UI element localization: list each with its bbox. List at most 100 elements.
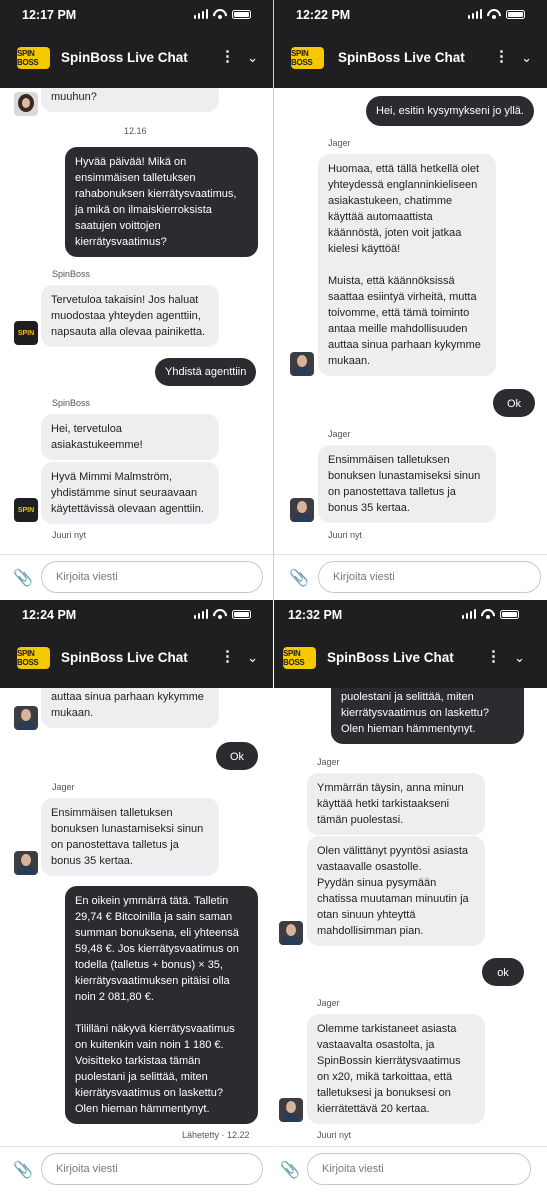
- composer: 📎 Kirjoita viesti: [0, 554, 273, 600]
- message-bubble: Olen välittänyt pyyntösi asiasta vastaav…: [307, 836, 485, 946]
- composer: 📎 Kirjoita viesti: [274, 554, 547, 600]
- attach-icon[interactable]: 📎: [280, 1160, 300, 1180]
- spinboss-logo: SPIN BOSS: [17, 47, 50, 69]
- message-bubble: ok: [482, 958, 524, 986]
- wifi-icon: [481, 609, 495, 619]
- chat-screen-2: 12:22 PM SPIN BOSS SpinBoss Live Chat ⋮ …: [274, 0, 547, 600]
- chat-title: SpinBoss Live Chat: [61, 650, 188, 665]
- message-bubble: Hyvää päivää! Mikä on ensimmäisen tallet…: [65, 147, 258, 257]
- timestamp: Juuri nyt: [52, 530, 87, 540]
- message-bubble: muuhun?: [41, 88, 219, 112]
- spinboss-logo: SPIN BOSS: [283, 647, 316, 669]
- battery-icon: [232, 10, 251, 19]
- message-list[interactable]: muuhun? 12.16 Hyvää päivää! Mikä on ensi…: [0, 88, 273, 554]
- sender-name: Jager: [328, 138, 351, 148]
- agent-avatar: [290, 352, 314, 376]
- message-input[interactable]: Kirjoita viesti: [307, 1153, 531, 1185]
- chevron-down-icon[interactable]: ⌄: [247, 50, 258, 66]
- wifi-icon: [213, 609, 227, 619]
- spinboss-logo: SPIN BOSS: [17, 647, 50, 669]
- message-bubble: Ok: [493, 389, 535, 417]
- status-icons: [467, 9, 525, 19]
- chat-title: SpinBoss Live Chat: [327, 650, 454, 665]
- connect-agent-button[interactable]: Yhdistä agenttiin: [155, 358, 257, 386]
- sender-name: Jager: [52, 782, 75, 792]
- more-options-icon[interactable]: ⋮: [486, 649, 501, 664]
- agent-avatar: [279, 1098, 303, 1122]
- agent-avatar: [279, 921, 303, 945]
- delivery-status: Lähetetty · 12.22: [182, 1130, 250, 1140]
- status-icons: [461, 609, 519, 619]
- signal-icon: [193, 609, 208, 619]
- message-bubble: Ensimmäisen talletuksen bonuksen lunasta…: [318, 445, 496, 523]
- chat-title: SpinBoss Live Chat: [61, 50, 188, 65]
- more-options-icon[interactable]: ⋮: [494, 49, 509, 64]
- chevron-down-icon[interactable]: ⌄: [521, 50, 532, 66]
- agent-avatar: [14, 851, 38, 875]
- composer: 📎 Kirjoita viesti: [0, 1146, 273, 1192]
- status-icons: [193, 9, 251, 19]
- composer: 📎 Kirjoita viesti: [274, 1146, 547, 1192]
- chat-header: 12:17 PM SPIN BOSS SpinBoss Live Chat ⋮ …: [0, 0, 273, 88]
- message-bubble: Ok: [216, 742, 258, 770]
- message-bubble: Hei, tervetuloa asiakastukeemme!: [41, 414, 219, 460]
- more-options-icon[interactable]: ⋮: [220, 49, 235, 64]
- attach-icon[interactable]: 📎: [13, 568, 33, 588]
- chat-screen-3: 12:24 PM SPIN BOSS SpinBoss Live Chat ⋮ …: [0, 600, 273, 1192]
- wifi-icon: [487, 9, 501, 19]
- agent-avatar: [14, 706, 38, 730]
- message-bubble: Tervetuloa takaisin! Jos haluat muodosta…: [41, 285, 219, 347]
- message-bubble: Hyvä Mimmi Malmström, yhdistämme sinut s…: [41, 462, 219, 524]
- chat-header: 12:32 PM SPIN BOSS SpinBoss Live Chat ⋮ …: [274, 600, 547, 688]
- message-bubble: Hei, esitin kysymykseni jo yllä.: [366, 96, 534, 126]
- status-time: 12:17 PM: [22, 8, 77, 22]
- message-list[interactable]: puolestani ja selittää, miten kierrätysv…: [274, 688, 547, 1146]
- attach-icon[interactable]: 📎: [289, 568, 309, 588]
- message-input[interactable]: Kirjoita viesti: [318, 561, 541, 593]
- message-list[interactable]: auttaa sinua parhaan kykymme mukaan. Ok …: [0, 688, 273, 1146]
- bot-avatar: SPIN: [14, 321, 38, 345]
- spinboss-logo: SPIN BOSS: [291, 47, 324, 69]
- timestamp: 12.16: [124, 126, 147, 136]
- more-options-icon[interactable]: ⋮: [220, 649, 235, 664]
- timestamp: Juuri nyt: [328, 530, 363, 540]
- battery-icon: [500, 610, 519, 619]
- sender-name: Jager: [317, 998, 340, 1008]
- wifi-icon: [213, 9, 227, 19]
- message-list[interactable]: Hei, esitin kysymykseni jo yllä. Jager H…: [274, 88, 547, 554]
- signal-icon: [461, 609, 476, 619]
- message-input[interactable]: Kirjoita viesti: [41, 1153, 263, 1185]
- chat-screen-1: 12:17 PM SPIN BOSS SpinBoss Live Chat ⋮ …: [0, 0, 273, 600]
- chat-header: 12:24 PM SPIN BOSS SpinBoss Live Chat ⋮ …: [0, 600, 273, 688]
- battery-icon: [232, 610, 251, 619]
- status-time: 12:24 PM: [22, 608, 77, 622]
- chevron-down-icon[interactable]: ⌄: [514, 650, 525, 666]
- message-bubble: Olemme tarkistaneet asiasta vastaavalta …: [307, 1014, 485, 1124]
- sender-name: Jager: [317, 757, 340, 767]
- status-icons: [193, 609, 251, 619]
- chat-screen-4: 12:32 PM SPIN BOSS SpinBoss Live Chat ⋮ …: [274, 600, 547, 1192]
- timestamp: Juuri nyt: [317, 1130, 352, 1140]
- sender-name: SpinBoss: [52, 269, 91, 279]
- signal-icon: [467, 9, 482, 19]
- message-bubble: Huomaa, että tällä hetkellä olet yhteyde…: [318, 154, 496, 376]
- chat-header: 12:22 PM SPIN BOSS SpinBoss Live Chat ⋮ …: [274, 0, 547, 88]
- attach-icon[interactable]: 📎: [13, 1160, 33, 1180]
- sender-name: Jager: [328, 429, 351, 439]
- status-time: 12:32 PM: [288, 608, 343, 622]
- message-bubble: En oikein ymmärrä tätä. Talletin 29,74 €…: [65, 886, 258, 1124]
- chevron-down-icon[interactable]: ⌄: [247, 650, 258, 666]
- sender-name: SpinBoss: [52, 398, 91, 408]
- message-bubble: puolestani ja selittää, miten kierrätysv…: [331, 688, 524, 744]
- user-avatar: [14, 92, 38, 116]
- message-bubble: Ensimmäisen talletuksen bonuksen lunasta…: [41, 798, 219, 876]
- message-bubble: Ymmärrän täysin, anna minun käyttää hetk…: [307, 773, 485, 835]
- agent-avatar: [290, 498, 314, 522]
- battery-icon: [506, 10, 525, 19]
- message-bubble: auttaa sinua parhaan kykymme mukaan.: [41, 688, 219, 728]
- signal-icon: [193, 9, 208, 19]
- bot-avatar: SPIN: [14, 498, 38, 522]
- status-time: 12:22 PM: [296, 8, 351, 22]
- chat-title: SpinBoss Live Chat: [338, 50, 465, 65]
- message-input[interactable]: Kirjoita viesti: [41, 561, 263, 593]
